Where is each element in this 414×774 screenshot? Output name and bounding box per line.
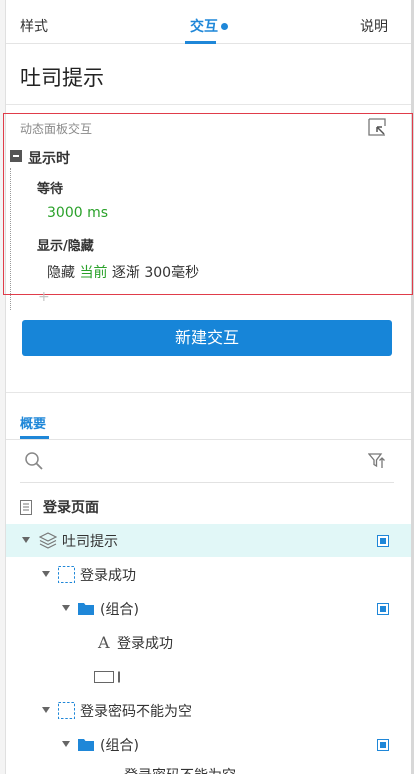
- interaction-header: 动态面板交互: [20, 122, 93, 136]
- add-action-icon[interactable]: +: [38, 289, 50, 305]
- divider: [6, 439, 411, 440]
- search-icon[interactable]: [24, 451, 44, 471]
- filter-icon[interactable]: [368, 452, 386, 470]
- rectangle-widget-icon: [94, 671, 120, 683]
- page-icon: [20, 500, 32, 515]
- outline-row-rectangle[interactable]: [6, 660, 411, 693]
- state-icon: [58, 702, 75, 719]
- new-interaction-button[interactable]: 新建交互: [22, 320, 392, 356]
- inspector-tabs: 样式 交互 说明: [6, 0, 411, 44]
- action-wait-title[interactable]: 等待: [37, 178, 63, 197]
- visibility-indicator-icon[interactable]: [377, 535, 389, 547]
- active-tab-underline: [185, 41, 216, 44]
- outline-row-text[interactable]: A 登录成功: [6, 626, 411, 659]
- expand-arrow-icon[interactable]: [62, 605, 70, 611]
- outline-item-label: (组合): [100, 602, 139, 618]
- action-showhide-detail[interactable]: 隐藏 当前 逐渐 300毫秒: [47, 262, 199, 282]
- expand-arrow-icon[interactable]: [22, 537, 30, 543]
- divider: [6, 392, 411, 393]
- expand-arrow-icon[interactable]: [62, 741, 70, 747]
- tab-interactions[interactable]: 交互: [190, 16, 228, 36]
- outline-row-state[interactable]: 登录密码不能为空: [6, 694, 411, 727]
- outline-row-state[interactable]: 登录成功: [6, 558, 411, 591]
- tab-style[interactable]: 样式: [20, 16, 48, 36]
- event-label[interactable]: 显示时: [28, 148, 70, 168]
- expand-arrow-icon[interactable]: [42, 707, 50, 713]
- state-icon: [58, 566, 75, 583]
- text-widget-icon: A: [97, 634, 110, 650]
- expand-dialog-icon[interactable]: [368, 118, 386, 136]
- action-target: 当前: [79, 265, 108, 281]
- visibility-indicator-icon[interactable]: [377, 739, 389, 751]
- folder-icon: [78, 739, 94, 751]
- outline-item-label: 登录密码不能为空: [124, 765, 236, 774]
- outline-item-label: 登录密码不能为空: [80, 704, 192, 720]
- expand-arrow-icon[interactable]: [42, 571, 50, 577]
- tree-dotted-line: [10, 168, 11, 310]
- tab-outline[interactable]: 概要: [20, 413, 46, 432]
- tab-notes[interactable]: 说明: [360, 16, 388, 36]
- widget-name[interactable]: 吐司提示: [20, 62, 104, 92]
- outline-page-label: 登录页面: [43, 500, 99, 516]
- outline-row-dynamic-panel[interactable]: 吐司提示: [6, 524, 411, 557]
- outline-item-label: 登录成功: [117, 636, 173, 652]
- divider: [20, 482, 394, 483]
- action-wait-value[interactable]: 3000 ms: [47, 205, 108, 221]
- svg-text:A: A: [97, 634, 110, 650]
- outline-row-group[interactable]: (组合): [6, 728, 411, 761]
- outline-page-row[interactable]: 登录页面: [6, 490, 411, 523]
- outline-item-label: 登录成功: [80, 568, 136, 584]
- collapse-icon[interactable]: [10, 150, 22, 162]
- layers-icon: [39, 532, 57, 549]
- folder-icon: [78, 603, 94, 615]
- divider: [6, 104, 411, 105]
- active-dot-icon: [221, 22, 228, 30]
- outline-row-text[interactable]: 登录密码不能为空: [6, 762, 411, 774]
- outline-item-label: 吐司提示: [62, 534, 118, 550]
- action-showhide-title[interactable]: 显示/隐藏: [37, 235, 94, 254]
- visibility-indicator-icon[interactable]: [377, 603, 389, 615]
- outline-row-group[interactable]: (组合): [6, 592, 411, 625]
- outline-item-label: (组合): [100, 738, 139, 754]
